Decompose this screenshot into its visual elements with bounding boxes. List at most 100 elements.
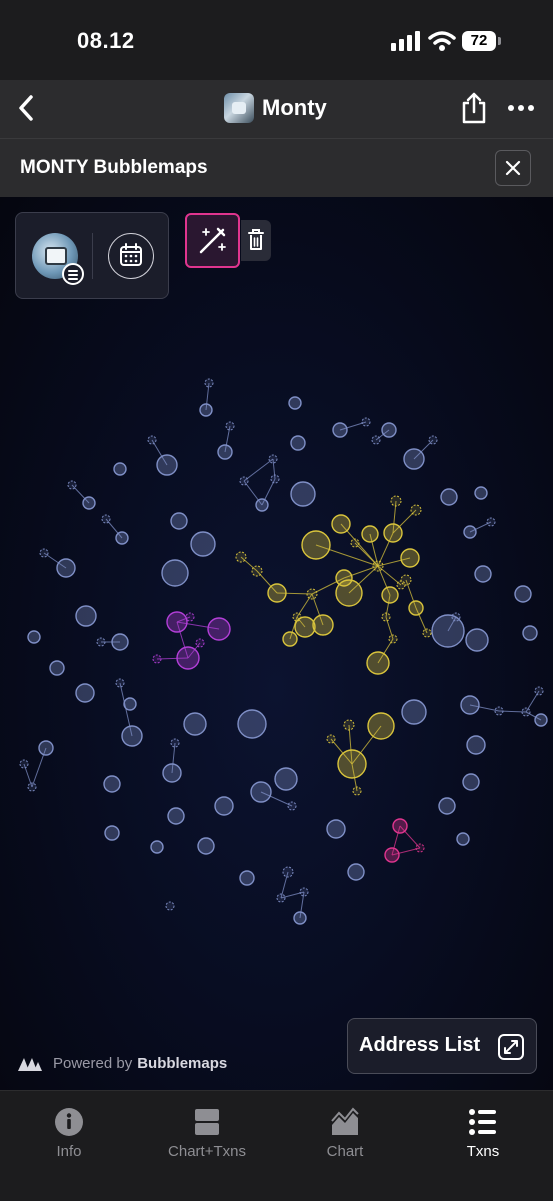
wallet-bubble-cluster[interactable] [166,611,188,633]
wallet-bubble[interactable] [440,488,458,506]
wallet-bubble-cluster[interactable] [251,565,263,577]
wallet-bubble[interactable] [67,480,77,490]
wallet-bubble[interactable] [514,585,532,603]
wallet-bubble[interactable] [19,759,29,769]
wallet-bubble[interactable] [147,435,157,445]
wallet-bubble[interactable] [165,901,175,911]
wallet-bubble[interactable] [456,832,470,846]
wallet-bubble[interactable] [268,454,278,464]
wallet-bubble[interactable] [214,796,234,816]
wallet-bubble-cluster[interactable] [366,651,390,675]
wallet-bubble-cluster[interactable] [326,734,336,744]
tab-txns[interactable]: Txns [423,1107,543,1167]
wallet-bubble[interactable] [462,773,480,791]
wallet-bubble[interactable] [293,911,307,925]
wallet-bubble-cluster[interactable] [235,551,247,563]
tab-info[interactable]: Info [9,1107,129,1167]
wallet-bubble[interactable] [381,422,397,438]
wallet-bubble-cluster[interactable] [350,538,360,548]
wallet-bubble[interactable] [347,863,365,881]
wallet-bubble[interactable] [115,531,129,545]
delete-button[interactable] [241,220,271,261]
wallet-bubble[interactable] [431,614,465,648]
wallet-bubble-cluster[interactable] [392,818,408,834]
wallet-bubble-cluster[interactable] [176,646,200,670]
wallet-bubble[interactable] [438,797,456,815]
wallet-bubble[interactable] [225,421,235,431]
wallet-bubble-cluster[interactable] [372,560,384,572]
wallet-bubble-cluster[interactable] [343,719,355,731]
wallet-bubble[interactable] [474,565,492,583]
wallet-bubble-cluster[interactable] [292,612,302,622]
wallet-bubble[interactable] [460,695,480,715]
wallet-bubble[interactable] [401,699,427,725]
wallet-bubble-cluster[interactable] [390,495,402,507]
wallet-bubble[interactable] [474,486,488,500]
wallet-bubble[interactable] [465,628,489,652]
wallet-bubble[interactable] [239,870,255,886]
wallet-bubble-cluster[interactable] [335,579,363,607]
wallet-bubble[interactable] [534,713,548,727]
wallet-bubble[interactable] [522,625,538,641]
wallet-bubble[interactable] [204,378,214,388]
wallet-bubble-cluster[interactable] [152,654,162,664]
wallet-bubble[interactable] [56,558,76,578]
wallet-bubble[interactable] [39,548,49,558]
wallet-bubble-cluster[interactable] [207,617,231,641]
wallet-bubble-cluster[interactable] [400,548,420,568]
wallet-bubble[interactable] [150,840,164,854]
calendar-button[interactable] [108,233,154,279]
wallet-bubble[interactable] [534,686,544,696]
wallet-bubble-cluster[interactable] [282,631,298,647]
wallet-bubble[interactable] [276,893,286,903]
tab-chart-txns[interactable]: Chart+Txns [147,1107,267,1167]
wallet-bubble[interactable] [75,605,97,627]
wallet-bubble[interactable] [103,775,121,793]
wallet-bubble-cluster[interactable] [352,786,362,796]
wallet-bubble[interactable] [121,725,143,747]
wallet-bubble[interactable] [183,712,207,736]
back-button[interactable] [12,92,44,124]
wallet-bubble[interactable] [161,559,189,587]
wallet-bubble-cluster[interactable] [367,712,395,740]
wallet-bubble-cluster[interactable] [337,749,367,779]
wallet-bubble-cluster[interactable] [415,843,425,853]
wallet-bubble-cluster[interactable] [301,530,331,560]
wallet-bubble[interactable] [170,738,180,748]
wallet-bubble[interactable] [75,683,95,703]
wallet-bubble-cluster[interactable] [388,634,398,644]
wallet-bubble[interactable] [463,525,477,539]
wallet-bubble[interactable] [49,660,65,676]
wallet-bubble[interactable] [111,633,129,651]
wallet-bubble-cluster[interactable] [383,523,403,543]
wallet-bubble[interactable] [162,763,182,783]
close-button[interactable] [495,150,531,186]
wallet-bubble-cluster[interactable] [267,583,287,603]
wallet-bubble[interactable] [239,476,249,486]
wallet-bubble[interactable] [115,678,125,688]
wallet-bubble[interactable] [101,514,111,524]
wallet-bubble-cluster[interactable] [312,614,334,636]
wallet-bubble[interactable] [288,396,302,410]
wallet-bubble[interactable] [197,837,215,855]
wallet-bubble[interactable] [332,422,348,438]
wallet-bubble[interactable] [104,825,120,841]
tab-chart[interactable]: Chart [285,1107,405,1167]
wallet-bubble-cluster[interactable] [331,514,351,534]
wallet-bubble-cluster[interactable] [195,638,205,648]
wallet-bubble[interactable] [290,481,316,507]
wallet-bubble[interactable] [403,448,425,470]
more-button[interactable] [506,94,536,122]
wallet-bubble[interactable] [451,612,461,622]
wallet-bubble[interactable] [255,498,269,512]
wallet-bubble[interactable] [494,706,504,716]
wallet-bubble[interactable] [167,807,185,825]
wallet-bubble[interactable] [282,866,294,878]
wallet-bubble[interactable] [82,496,96,510]
wallet-bubble-cluster[interactable] [408,600,424,616]
wallet-bubble[interactable] [326,819,346,839]
wallet-bubble[interactable] [290,435,306,451]
wallet-bubble-cluster[interactable] [410,504,422,516]
wallet-bubble[interactable] [199,403,213,417]
share-button[interactable] [459,92,489,124]
